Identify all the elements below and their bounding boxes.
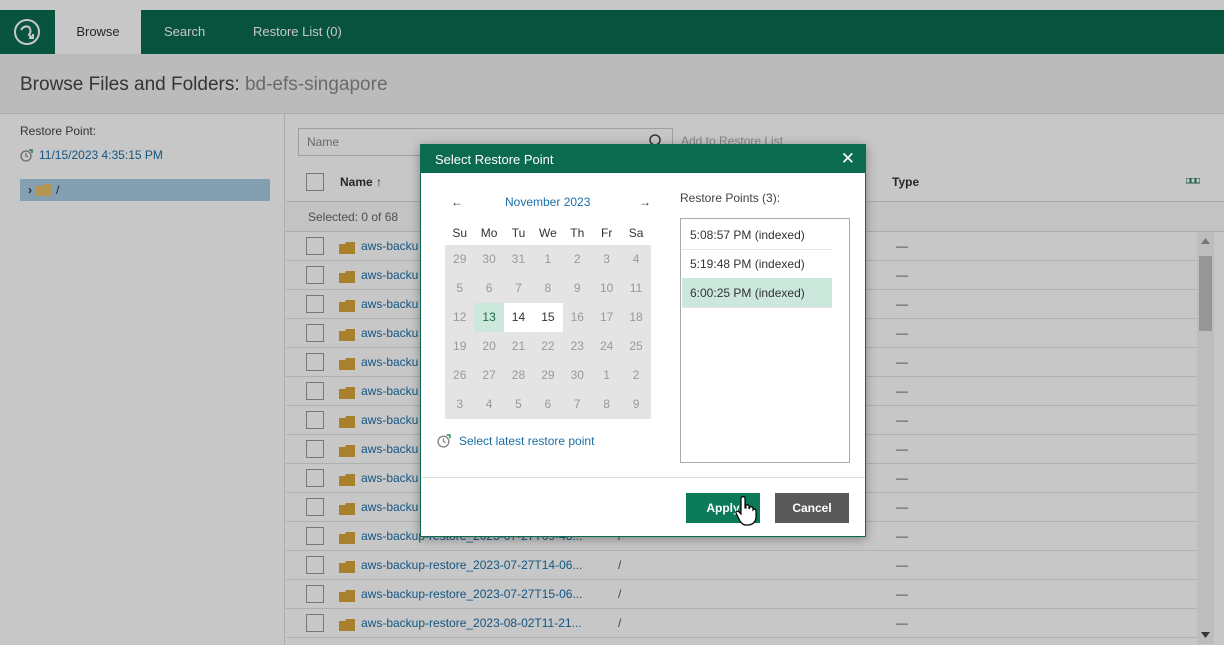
calendar-day[interactable]: 1 [533, 245, 562, 274]
calendar-day[interactable]: 9 [563, 274, 592, 303]
calendar-day[interactable]: 30 [474, 245, 503, 274]
calendar-weekday: Su [452, 226, 468, 240]
calendar-day[interactable]: 11 [621, 274, 650, 303]
calendar-day[interactable]: 3 [592, 245, 621, 274]
calendar-navigation: ← November 2023 → [445, 195, 655, 213]
calendar-day[interactable]: 6 [474, 274, 503, 303]
calendar-day[interactable]: 4 [474, 390, 503, 419]
restore-point-item[interactable]: 6:00:25 PM (indexed) [682, 278, 832, 308]
calendar-week: 5 6 7 8 9 10 11 [445, 274, 651, 303]
calendar-day[interactable]: 2 [621, 361, 650, 390]
calendar-day[interactable]: 21 [504, 332, 533, 361]
calendar-day[interactable]: 9 [621, 390, 650, 419]
calendar-day[interactable]: 16 [563, 303, 592, 332]
dialog-header: Select Restore Point ✕ [421, 145, 865, 173]
calendar-day[interactable]: 2 [563, 245, 592, 274]
calendar-weekday: Mo [480, 226, 498, 240]
previous-month-button[interactable]: ← [451, 195, 463, 209]
calendar-day[interactable]: 5 [445, 274, 474, 303]
calendar-weekday: Tu [511, 226, 526, 240]
calendar-week: 3456789 [445, 390, 651, 419]
hand-pointer-cursor-icon [735, 496, 757, 526]
close-icon[interactable]: ✕ [841, 149, 855, 169]
calendar-day[interactable]: 31 [504, 245, 533, 274]
next-month-button[interactable]: → [639, 195, 651, 209]
calendar-day[interactable]: 30 [563, 361, 592, 390]
calendar-day[interactable]: 8 [533, 274, 562, 303]
calendar-day[interactable]: 24 [592, 332, 621, 361]
calendar-day[interactable]: 19 [445, 332, 474, 361]
restore-point-item[interactable]: 5:08:57 PM (indexed) [682, 220, 832, 250]
calendar-day[interactable]: 7 [504, 274, 533, 303]
calendar-day[interactable]: 10 [592, 274, 621, 303]
calendar-day[interactable]: 1 [592, 361, 621, 390]
calendar-day[interactable]: 5 [504, 390, 533, 419]
select-restore-point-dialog: Select Restore Point ✕ ← November 2023 →… [420, 144, 866, 537]
calendar-week: 29 30 31 1 2 3 4 [445, 245, 651, 274]
calendar-day[interactable]: 27 [474, 361, 503, 390]
calendar-weekday: Fr [600, 226, 613, 240]
calendar-day[interactable]: 18 [621, 303, 650, 332]
restore-point-clock-icon [437, 434, 451, 448]
calendar-weekday: Th [570, 226, 585, 240]
calendar-weekday: Sa [628, 226, 644, 240]
restore-points-list: 5:08:57 PM (indexed) 5:19:48 PM (indexed)… [680, 218, 850, 463]
calendar-day[interactable]: 14 [503, 303, 534, 332]
calendar-day[interactable]: 8 [592, 390, 621, 419]
calendar-day[interactable]: 4 [621, 245, 650, 274]
select-latest-label: Select latest restore point [459, 434, 595, 448]
calendar-day[interactable]: 15 [533, 303, 563, 332]
calendar-week: 19 20 21 22 23 24 25 [445, 332, 651, 361]
calendar-day[interactable]: 13 [474, 303, 504, 332]
calendar-day[interactable]: 29 [445, 245, 474, 274]
calendar-grid: 29 30 31 1 2 3 4 5 6 7 8 9 10 11 12 13 14 15 16 17 18 19 20 21 2… [445, 245, 651, 419]
calendar-day[interactable]: 29 [533, 361, 562, 390]
restore-points-title: Restore Points (3): [680, 191, 781, 205]
calendar-day[interactable]: 12 [445, 303, 474, 332]
calendar-day[interactable]: 3 [445, 390, 474, 419]
calendar-day[interactable]: 25 [621, 332, 650, 361]
calendar-day[interactable]: 26 [445, 361, 474, 390]
cancel-button[interactable]: Cancel [775, 493, 849, 523]
calendar-day[interactable]: 22 [533, 332, 562, 361]
select-latest-restore-point-link[interactable]: Select latest restore point [437, 434, 594, 448]
dialog-footer: Apply Cancel [421, 477, 865, 536]
calendar-week: 26 27 28 29 30 1 2 [445, 361, 651, 390]
calendar: Su Mo Tu We Th Fr Sa 29 30 31 1 2 3 4 5 6 7 8 9 10 11 12 13 14… [445, 221, 651, 419]
calendar-weekday: We [538, 226, 557, 240]
calendar-weekday-row: Su Mo Tu We Th Fr Sa [445, 221, 651, 245]
calendar-week: 12 13 14 15 16 17 18 [445, 303, 651, 332]
calendar-day[interactable]: 17 [592, 303, 621, 332]
calendar-day[interactable]: 6 [533, 390, 562, 419]
dialog-title: Select Restore Point [435, 152, 554, 167]
calendar-day[interactable]: 28 [504, 361, 533, 390]
calendar-day[interactable]: 23 [563, 332, 592, 361]
calendar-month-label[interactable]: November 2023 [505, 195, 590, 209]
calendar-day[interactable]: 20 [474, 332, 503, 361]
restore-point-item[interactable]: 5:19:48 PM (indexed) [682, 249, 832, 279]
calendar-day[interactable]: 7 [563, 390, 592, 419]
